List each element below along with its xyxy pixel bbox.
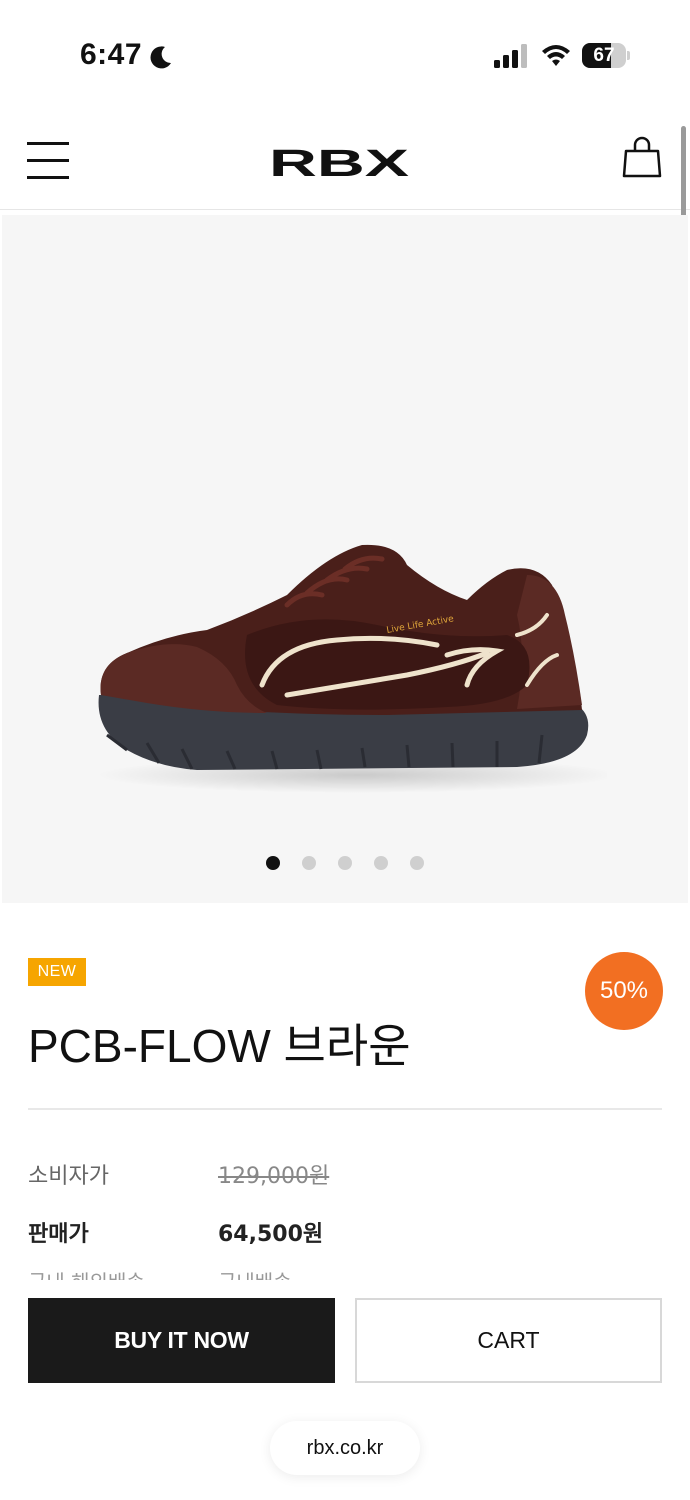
shopping-bag-icon[interactable]	[622, 136, 662, 180]
carousel-dot[interactable]	[410, 856, 424, 870]
svg-text:RBX: RBX	[269, 146, 410, 178]
signal-icon	[494, 44, 527, 68]
browser-url-bar[interactable]: rbx.co.kr	[270, 1421, 420, 1475]
battery-level: 67	[593, 45, 615, 66]
discount-badge: 50%	[585, 952, 663, 1030]
sale-price-value: 64,500원	[218, 1222, 324, 1247]
product-shoe-image: Live Life Active	[97, 544, 607, 793]
wifi-icon	[542, 45, 570, 66]
carousel-dot[interactable]	[338, 856, 352, 870]
product-image-carousel[interactable]: Live Life Active	[2, 215, 688, 903]
brand-logo[interactable]: RBX	[268, 146, 410, 178]
action-bar: BUY IT NOW CART rbx.co.kr	[0, 1283, 690, 1500]
moon-icon	[150, 46, 171, 69]
battery-icon: 67	[582, 43, 630, 69]
list-price-value: 129,000원	[218, 1164, 330, 1189]
list-price-label: 소비자가	[28, 1164, 109, 1189]
product-title: PCB-FLOW 브라운	[28, 1020, 411, 1072]
carousel-dot[interactable]	[266, 856, 280, 870]
status-time: 6:47	[80, 38, 143, 71]
menu-icon[interactable]	[27, 140, 69, 180]
shipping-value: 국내배송	[218, 1266, 292, 1280]
divider	[28, 1108, 662, 1110]
new-badge: NEW	[28, 958, 86, 986]
sale-price-label: 판매가	[28, 1222, 89, 1247]
carousel-dot[interactable]	[302, 856, 316, 870]
carousel-dots	[2, 855, 688, 871]
carousel-dot[interactable]	[374, 856, 388, 870]
buy-it-now-button[interactable]: BUY IT NOW	[28, 1298, 335, 1383]
site-header: RBX	[0, 110, 690, 210]
shipping-label: 국내·해외배송	[28, 1266, 145, 1280]
status-bar: 6:47 67	[0, 0, 690, 110]
cart-button[interactable]: CART	[355, 1298, 662, 1383]
